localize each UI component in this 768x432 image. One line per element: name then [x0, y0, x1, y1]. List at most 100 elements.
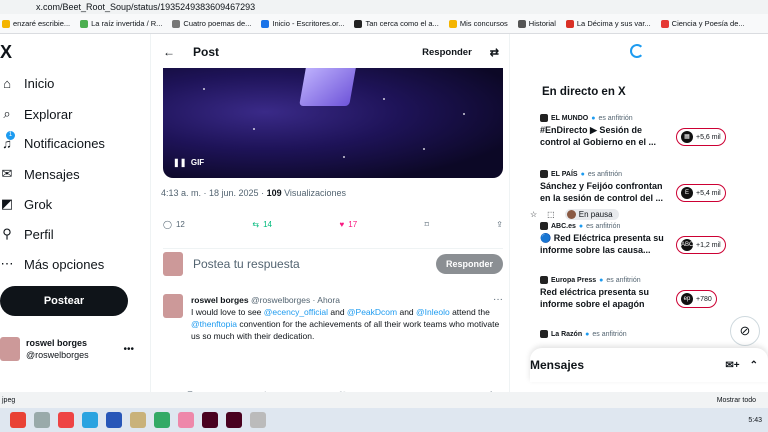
live-headline: Red eléctrica presenta su informe sobre … [540, 287, 650, 309]
bookmark-item[interactable]: Inicio - Escritores.or... [261, 19, 344, 28]
avatar [163, 294, 183, 318]
url-text[interactable]: x.com/Beet_Root_Soup/status/193524938360… [36, 2, 255, 12]
share-action[interactable]: ⇪ [496, 220, 503, 229]
messages-drawer[interactable]: Mensajes ✉+ ⌃ [530, 348, 768, 382]
sidebar-item-explorar[interactable]: ⌕ Explorar [0, 106, 72, 122]
source-logo-icon [540, 114, 548, 122]
bookmark-item[interactable]: Historial [517, 19, 556, 28]
taskbar: 5:43 [0, 408, 768, 432]
bookmark-favicon-icon [565, 19, 574, 28]
bookmark-favicon-icon [660, 19, 669, 28]
live-broadcast-item[interactable]: Europa Press ● es anfitrión Red eléctrica p… [540, 276, 740, 310]
indesign-taskbar-icon[interactable] [226, 412, 242, 428]
bookmark-item[interactable]: Cuatro poemas de... [172, 19, 251, 28]
pause-icon[interactable]: ❚❚ [173, 158, 186, 167]
live-broadcast-item[interactable]: La Razón ● es anfitrión [540, 330, 740, 338]
mention-link[interactable]: @ecency_official [264, 307, 328, 317]
source-logo-icon [540, 330, 548, 338]
app-taskbar-icon[interactable] [34, 412, 50, 428]
show-all-downloads[interactable]: Mostrar todo [717, 397, 756, 404]
more-icon[interactable]: ••• [123, 344, 134, 355]
compose-sync-icon[interactable]: ⊘ [730, 316, 760, 346]
more-icon: ⋯ [0, 256, 14, 271]
avatar [163, 251, 183, 276]
reply-input[interactable]: Postea tu respuesta [193, 257, 300, 271]
account-name: roswel borges [26, 338, 88, 348]
sidebar-item-label: Inicio [24, 76, 55, 91]
listener-count-pill[interactable]: ABC +1,2 mil [676, 236, 726, 254]
live-headline: Sánchez y Feijóo confrontan en la sesión… [540, 181, 664, 203]
host-logo-icon: ▦ [681, 131, 693, 143]
header-reply-button[interactable]: Responder [422, 47, 472, 58]
back-arrow-icon[interactable]: ← [163, 45, 175, 59]
post-button[interactable]: Postear [0, 286, 128, 316]
mention-link[interactable]: @Inleolo [416, 307, 450, 317]
listener-count-pill[interactable]: ep +780 [676, 290, 717, 308]
live-broadcast-item[interactable]: ABC.es ● es anfitrión 🔵 Red Eléctrica prese… [540, 222, 740, 256]
sidebar-item-notificaciones[interactable]: ♫ 1 Notificaciones [0, 131, 105, 151]
avatar [0, 337, 20, 361]
reply-submit-button[interactable]: Responder [435, 253, 503, 274]
app-taskbar-icon[interactable] [250, 412, 266, 428]
tweet-meta: @roswelborges · Ahora [251, 295, 340, 305]
profile-icon: ⚲ [2, 226, 12, 241]
reply-tweet[interactable]: roswel borges @roswelborges · Ahora I wo… [163, 294, 503, 364]
mail-icon: ✉ [1, 166, 13, 181]
app-taskbar-icon[interactable] [58, 412, 74, 428]
bookmark-item[interactable]: Ciencia y Poesía de... [660, 19, 745, 28]
app-taskbar-icon[interactable] [130, 412, 146, 428]
sidebar-item-label: Mensajes [24, 166, 80, 182]
reply-icon: ◯ [163, 220, 172, 229]
post-media-gif[interactable]: ❚❚ GIF [163, 68, 503, 178]
address-bar[interactable]: x.com/Beet_Root_Soup/status/193524938360… [0, 0, 768, 220]
host-logo-icon: ABC [681, 239, 693, 251]
bookmark-item[interactable]: La Décima y sus var... [565, 19, 651, 28]
bookmark-label: enzaré escribie... [13, 19, 71, 28]
sidebar-item-grok[interactable]: ◩ Grok [0, 196, 52, 212]
live-broadcast-item[interactable]: EL PAÍS ● es anfitrión Sánchez y Feijóo con… [540, 170, 740, 204]
tweet-author[interactable]: roswel borges [191, 295, 249, 305]
reply-composer: Postea tu respuesta Responder [163, 248, 503, 278]
telegram-taskbar-icon[interactable] [82, 412, 98, 428]
page-title: Post [193, 45, 220, 59]
bookmark-favicon-icon [448, 19, 457, 28]
bookmark-item[interactable]: La raíz invertida / R... [80, 19, 162, 28]
indesign-taskbar-icon[interactable] [202, 412, 218, 428]
source-name: EL MUNDO [551, 114, 589, 122]
sidebar-item-perfil[interactable]: ⚲ Perfil [0, 226, 53, 242]
bookmark-item[interactable]: Mis concursos [448, 19, 508, 28]
source-logo-icon [540, 276, 548, 284]
grok-icon: ◩ [0, 196, 14, 211]
chrome-taskbar-icon[interactable] [10, 412, 26, 428]
sidebar-item-mensajes[interactable]: ✉ Mensajes [0, 166, 80, 182]
bookmark-label: La Décima y sus var... [576, 19, 651, 28]
download-file[interactable]: jpeg [2, 397, 15, 404]
new-message-icon[interactable]: ✉+ [725, 360, 739, 371]
x-logo-icon[interactable]: X [0, 42, 12, 63]
account-switcher[interactable]: roswel borges @roswelborges ••• [0, 334, 140, 364]
listener-count-pill[interactable]: E +5,4 mil [676, 184, 726, 202]
mention-link[interactable]: @PeakDcom [347, 307, 397, 317]
bookmark-item[interactable]: enzaré escribie... [2, 19, 70, 28]
sidebar-item-inicio[interactable]: ⌂ Inicio [0, 76, 54, 91]
source-role: es anfitrión [587, 170, 623, 178]
tune-icon[interactable]: ⇄ [490, 46, 499, 59]
reply-action[interactable]: ◯ 12 [163, 220, 185, 229]
collapse-up-icon[interactable]: ⌃ [750, 360, 758, 371]
live-broadcast-item[interactable]: EL MUNDO ● es anfitrión #EnDirecto ▶ Sesión… [540, 114, 740, 148]
app-taskbar-icon[interactable] [178, 412, 194, 428]
more-icon[interactable]: ··· [493, 294, 503, 305]
source-name: ABC.es [551, 222, 576, 230]
app-taskbar-icon[interactable] [106, 412, 122, 428]
verified-icon: ● [591, 114, 596, 122]
listener-count-pill[interactable]: ▦ +5,6 mil [676, 128, 726, 146]
app-taskbar-icon[interactable] [154, 412, 170, 428]
sidebar-item-más-opciones[interactable]: ⋯ Más opciones [0, 256, 105, 272]
like-action[interactable]: ♥ 17 [340, 220, 358, 229]
bookmark-label: La raíz invertida / R... [91, 19, 163, 28]
mention-link[interactable]: @thenftopia [191, 319, 237, 329]
bookmark-item[interactable]: Tan cerca como el a... [354, 19, 439, 28]
host-logo-icon: E [681, 187, 693, 199]
bookmark-action[interactable]: ⌑ [425, 220, 429, 229]
repost-action[interactable]: ⇆ 14 [252, 220, 272, 229]
